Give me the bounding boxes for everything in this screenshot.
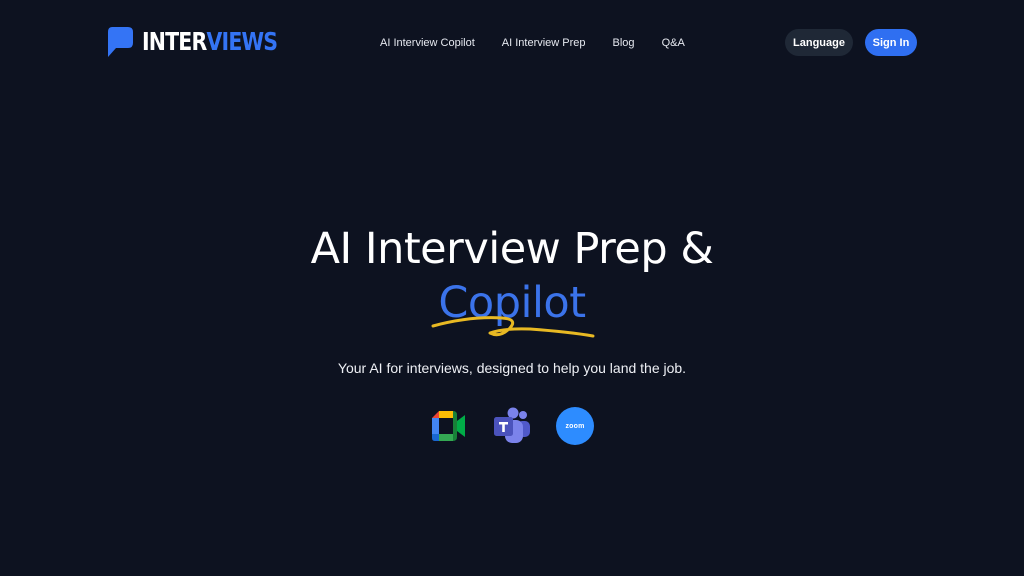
nav-blog[interactable]: Blog	[613, 37, 635, 49]
speech-bubble-icon	[108, 27, 133, 57]
platform-logos: zoom	[428, 406, 594, 446]
logo-text-part2: VIEWS	[206, 27, 278, 56]
nav-qa[interactable]: Q&A	[662, 37, 685, 49]
header: INTERVIEWS AI Interview Copilot AI Inter…	[0, 0, 1024, 84]
logo-text-part1: INTER	[142, 27, 207, 56]
hero-title-line1: AI Interview Prep &	[310, 224, 714, 274]
zoom-icon-label: zoom	[565, 422, 585, 430]
page: INTERVIEWS AI Interview Copilot AI Inter…	[0, 0, 1024, 576]
language-button[interactable]: Language	[785, 29, 853, 56]
logo[interactable]: INTERVIEWS	[106, 26, 307, 58]
nav-ai-interview-prep[interactable]: AI Interview Prep	[502, 37, 586, 49]
google-meet-icon	[432, 411, 465, 441]
microsoft-teams-icon	[494, 407, 530, 443]
logo-wordmark: INTERVIEWS	[142, 26, 278, 58]
main-nav: AI Interview Copilot AI Interview Prep B…	[380, 34, 685, 52]
nav-ai-interview-copilot[interactable]: AI Interview Copilot	[380, 37, 475, 49]
sign-in-button[interactable]: Sign In	[865, 29, 917, 56]
hand-drawn-underline-icon	[431, 316, 595, 338]
zoom-icon: zoom	[556, 407, 594, 445]
hero-subtitle: Your AI for interviews, designed to help…	[337, 360, 687, 376]
